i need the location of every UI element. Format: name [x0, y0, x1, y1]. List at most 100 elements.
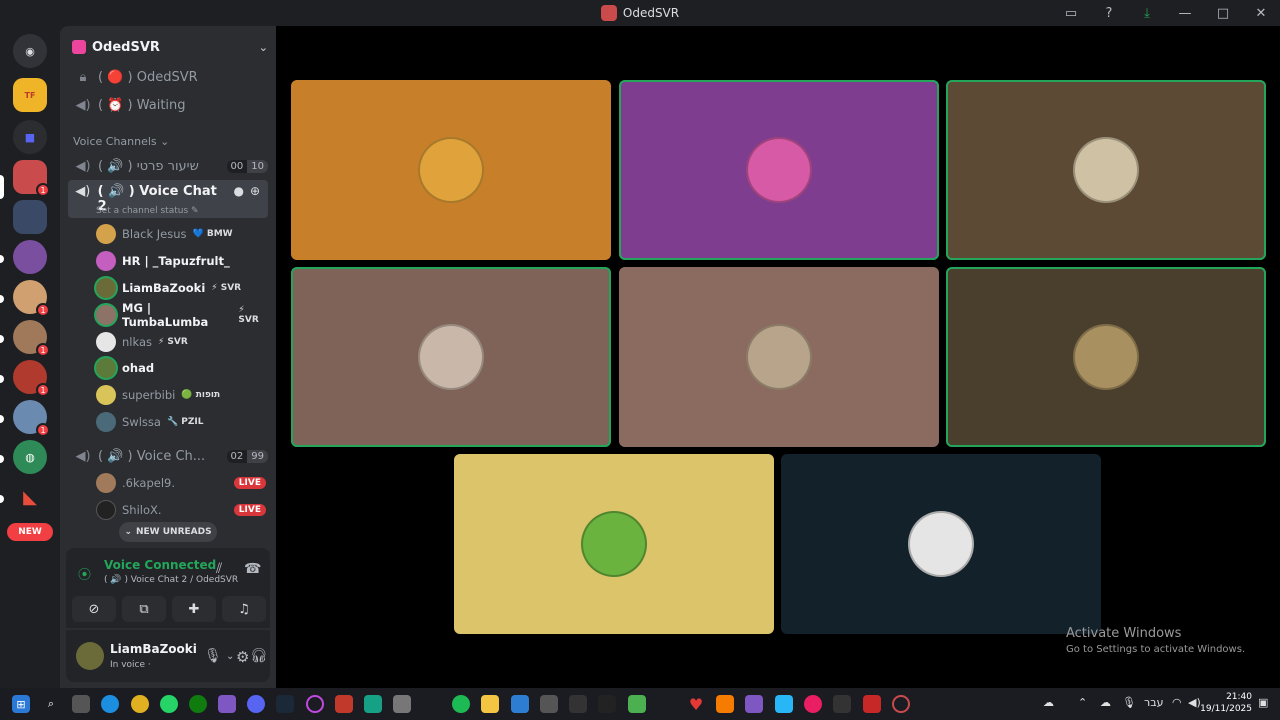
notification-icon[interactable]: ☁: [1043, 696, 1054, 709]
participant-tile[interactable]: [291, 80, 611, 260]
server-icon[interactable]: 1: [13, 280, 50, 317]
store-icon[interactable]: [393, 695, 411, 713]
participant-tile[interactable]: [619, 80, 939, 260]
minecraft-icon[interactable]: [628, 695, 646, 713]
server-icon[interactable]: 1: [13, 360, 50, 397]
capcut-icon[interactable]: [598, 695, 616, 713]
app-icon[interactable]: [306, 695, 324, 713]
signal-icon[interactable]: ⦿: [78, 564, 91, 583]
task-view-icon[interactable]: [72, 695, 90, 713]
participant-tile[interactable]: [946, 80, 1266, 260]
voice-channel-private-lesson[interactable]: ◀) ( 🔊 ) שיעור פרטי 00 10: [68, 153, 268, 179]
chrome-icon[interactable]: [131, 695, 149, 713]
microphone-icon[interactable]: 🎙︎: [1122, 696, 1136, 709]
participant-tile[interactable]: [619, 267, 939, 447]
folder-icon[interactable]: ■: [13, 120, 47, 154]
new-pill[interactable]: NEW: [7, 523, 53, 541]
app-icon[interactable]: [335, 695, 353, 713]
whatsapp-icon[interactable]: [160, 695, 178, 713]
app-icon[interactable]: [716, 695, 734, 713]
app-icon[interactable]: [745, 695, 763, 713]
onedrive-icon[interactable]: ☁: [1100, 696, 1111, 709]
voice-member[interactable]: LiamBaZooki ⚡ SVR: [96, 277, 266, 299]
category-voice-channels[interactable]: Voice Channels ⌄: [73, 135, 169, 148]
soundboard-icon[interactable]: ♫: [222, 596, 266, 622]
gear-icon[interactable]: ⚙: [236, 648, 249, 666]
voice-member[interactable]: ohad: [96, 357, 266, 379]
app-icon[interactable]: [775, 695, 793, 713]
server-icon[interactable]: [13, 200, 47, 234]
user-name[interactable]: LiamBaZooki: [110, 642, 197, 656]
new-unreads-button[interactable]: ⌄ NEW UNREADS: [119, 522, 217, 542]
channel-odedsvr[interactable]: 🔒︎ ( 🔴 ) OdedSVR: [68, 64, 268, 90]
chat-bubble-icon[interactable]: ●: [233, 184, 243, 198]
voice-member[interactable]: MG | TumbaLumba ⚡ SVR: [96, 301, 266, 329]
activities-icon[interactable]: ✚: [172, 596, 216, 622]
download-icon[interactable]: ⤓: [1128, 0, 1166, 26]
participant-tile[interactable]: [454, 454, 774, 634]
file-explorer-icon[interactable]: [481, 695, 499, 713]
steam-icon[interactable]: [276, 695, 294, 713]
app-icon[interactable]: [569, 695, 587, 713]
app-icon[interactable]: [804, 695, 822, 713]
server-icon[interactable]: 1: [13, 320, 50, 357]
channel-waiting[interactable]: ◀) ( ⏰ ) Waiting: [68, 92, 268, 118]
discord-home-icon[interactable]: ◉: [13, 34, 47, 68]
windows-start-icon[interactable]: ⊞: [12, 695, 30, 713]
voice-member[interactable]: Swlssa 🔧 PZIL: [96, 411, 266, 433]
discord-icon[interactable]: [247, 695, 265, 713]
voice-member[interactable]: superbibi 🟢 תופות: [96, 384, 266, 406]
channel-status-hint[interactable]: Set a channel status ✎: [96, 206, 199, 216]
language-indicator[interactable]: עבר: [1144, 696, 1163, 709]
close-button[interactable]: ✕: [1242, 0, 1280, 26]
minimize-button[interactable]: —: [1166, 0, 1204, 26]
app-icon[interactable]: [540, 695, 558, 713]
voice-member[interactable]: .6kapel9. LIVE: [96, 472, 266, 494]
app-icon[interactable]: [364, 695, 382, 713]
server-tootie-frutie[interactable]: TF: [13, 78, 47, 112]
voice-member[interactable]: ShiloX. LIVE: [96, 499, 266, 521]
server-icon[interactable]: 1: [13, 400, 50, 437]
participant-tile[interactable]: [781, 454, 1101, 634]
inbox-icon[interactable]: ▭: [1052, 0, 1090, 26]
voice-member[interactable]: nlkas ⚡ SVR: [96, 331, 266, 353]
help-icon[interactable]: ?: [1090, 0, 1128, 26]
participant-tile[interactable]: [291, 267, 611, 447]
avatar[interactable]: [76, 642, 104, 670]
search-icon[interactable]: ⌕: [42, 695, 60, 713]
camera-off-icon[interactable]: ⊘: [72, 596, 116, 622]
app-icon[interactable]: [863, 695, 881, 713]
participant-tile[interactable]: [946, 267, 1266, 447]
server-odedsvr[interactable]: 1: [13, 160, 50, 197]
headphones-icon[interactable]: 🎧︎: [250, 648, 268, 664]
voice-member[interactable]: Black Jesus 💙 BMW: [96, 223, 266, 245]
disconnect-icon[interactable]: ☎: [244, 561, 261, 577]
chevron-down-icon[interactable]: ⌄: [226, 651, 234, 662]
heart-icon[interactable]: ♥: [687, 695, 705, 714]
guild-header[interactable]: OdedSVR ⌄: [72, 36, 268, 58]
maximize-button[interactable]: □: [1204, 0, 1242, 26]
chevron-up-icon[interactable]: ⌃: [1078, 696, 1087, 709]
globe-icon[interactable]: ◍: [13, 440, 47, 474]
system-clock[interactable]: 21:40 19/11/2025: [1200, 691, 1252, 715]
voice-channel-voice-chat-3[interactable]: ◀) ( 🔊 ) Voice Ch... 02 99: [68, 443, 268, 469]
voice-member[interactable]: HR | _Tapuzfrult_: [96, 250, 266, 272]
volume-icon[interactable]: ◀): [1188, 696, 1201, 709]
xbox-icon[interactable]: [189, 695, 207, 713]
app-icon[interactable]: [511, 695, 529, 713]
spotify-icon[interactable]: [452, 695, 470, 713]
screen-share-icon[interactable]: ⧉: [122, 596, 166, 622]
member-name: Swlssa: [122, 415, 161, 429]
watermelon-icon[interactable]: ◣: [13, 480, 47, 514]
edge-icon[interactable]: [101, 695, 119, 713]
copilot-icon[interactable]: [218, 695, 236, 713]
epic-games-icon[interactable]: [833, 695, 851, 713]
app-icon[interactable]: [892, 695, 910, 713]
noise-suppression-icon[interactable]: ⫽: [216, 561, 222, 577]
microphone-icon[interactable]: 🎙︎: [204, 648, 222, 664]
voice-status-title[interactable]: Voice Connected: [104, 558, 216, 572]
add-user-icon[interactable]: ⊕: [250, 184, 260, 198]
notifications-bell-icon[interactable]: ▣: [1258, 696, 1268, 709]
server-icon[interactable]: [13, 240, 47, 274]
wifi-icon[interactable]: ◠: [1172, 696, 1182, 709]
